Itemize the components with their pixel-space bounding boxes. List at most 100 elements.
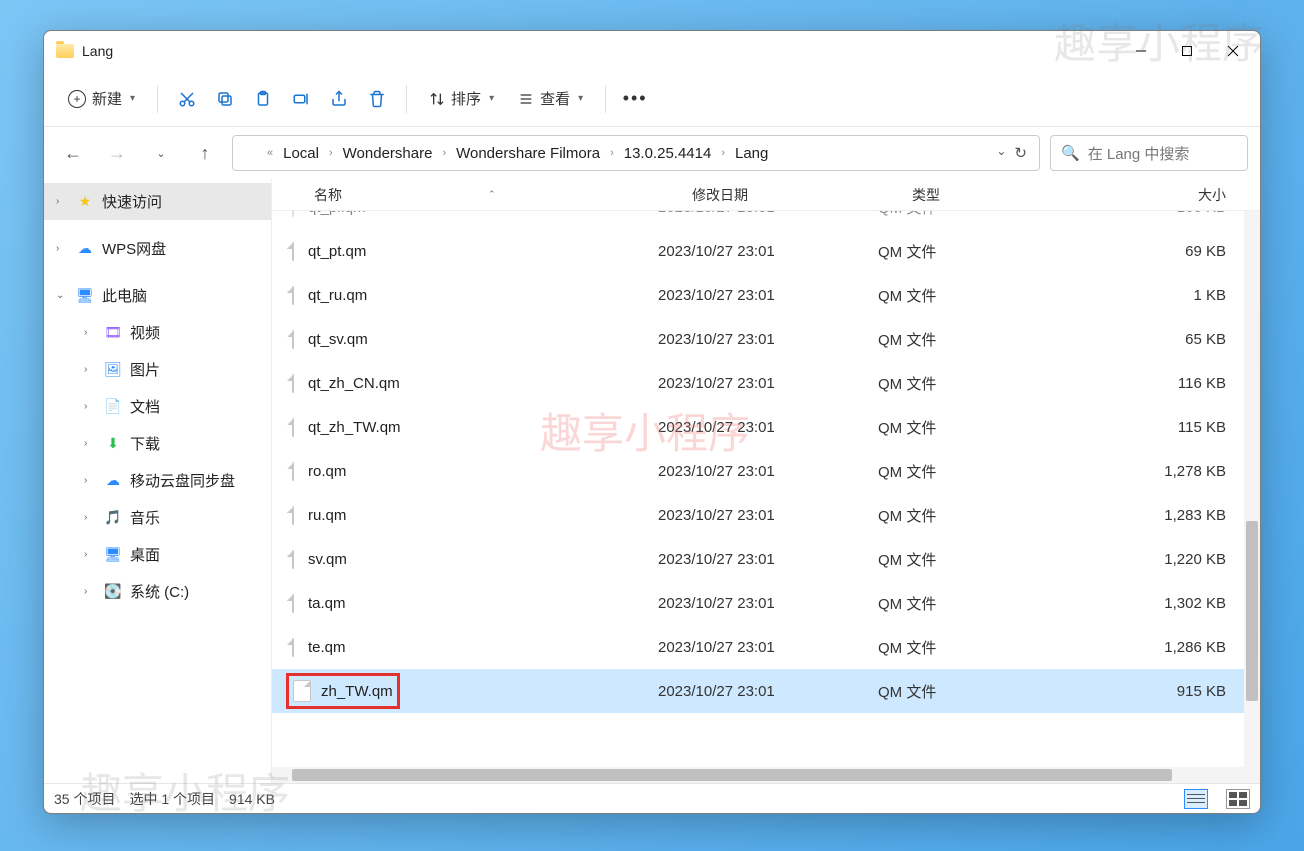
sidebar-item[interactable]: › ☁ 移动云盘同步盘 bbox=[44, 462, 271, 499]
file-type: QM 文件 bbox=[878, 373, 1062, 394]
file-name: ru.qm bbox=[308, 507, 346, 524]
sidebar-label: 音乐 bbox=[130, 507, 160, 528]
minimize-button[interactable] bbox=[1118, 31, 1164, 71]
column-name[interactable]: 名称⌃ bbox=[314, 185, 692, 205]
back-button[interactable]: ← bbox=[56, 136, 90, 170]
scroll-thumb[interactable] bbox=[292, 769, 1172, 781]
file-name: qt_zh_CN.qm bbox=[308, 375, 400, 392]
view-label: 查看 bbox=[540, 88, 570, 109]
file-icon bbox=[292, 374, 294, 393]
sidebar-item[interactable]: › 🎞 视频 bbox=[44, 314, 271, 351]
recent-button[interactable]: ⌄ bbox=[144, 136, 178, 170]
sidebar-label: 系统 (C:) bbox=[130, 581, 189, 602]
file-type: QM 文件 bbox=[878, 549, 1062, 570]
sort-button[interactable]: 排序 ▾ bbox=[419, 82, 504, 115]
file-date: 2023/10/27 23:01 bbox=[658, 551, 878, 568]
more-button[interactable]: ••• bbox=[618, 82, 652, 116]
sidebar-item[interactable]: › 💽 系统 (C:) bbox=[44, 573, 271, 610]
file-row[interactable]: qt_sv.qm 2023/10/27 23:01 QM 文件 65 KB bbox=[272, 317, 1244, 361]
file-name: qt_pt.qm bbox=[308, 243, 366, 260]
file-name: te.qm bbox=[308, 639, 346, 656]
sidebar-item[interactable]: › ⬇ 下载 bbox=[44, 425, 271, 462]
file-date: 2023/10/27 23:01 bbox=[658, 595, 878, 612]
view-button[interactable]: 查看 ▾ bbox=[508, 82, 593, 115]
breadcrumb-segment[interactable]: Wondershare bbox=[337, 141, 439, 166]
file-row[interactable]: qt_pl.qm 2023/10/27 23:01 QM 文件 160 KB bbox=[272, 211, 1244, 229]
copy-button[interactable] bbox=[208, 82, 242, 116]
breadcrumb-segment[interactable]: Lang bbox=[729, 141, 774, 166]
file-row[interactable]: qt_pt.qm 2023/10/27 23:01 QM 文件 69 KB bbox=[272, 229, 1244, 273]
file-row[interactable]: te.qm 2023/10/27 23:01 QM 文件 1,286 KB bbox=[272, 625, 1244, 669]
file-list[interactable]: qt_pl.qm 2023/10/27 23:01 QM 文件 160 KBqt… bbox=[272, 211, 1260, 783]
file-name: ro.qm bbox=[308, 463, 346, 480]
rename-button[interactable] bbox=[284, 82, 318, 116]
delete-button[interactable] bbox=[360, 82, 394, 116]
status-selected: 选中 1 个项目 bbox=[129, 789, 215, 809]
toolbar: + 新建 ▾ 排序 ▾ 查看 ▾ ••• bbox=[44, 71, 1260, 127]
sidebar-item[interactable]: › 🖼 图片 bbox=[44, 351, 271, 388]
sidebar-item[interactable]: › 🖥 桌面 bbox=[44, 536, 271, 573]
sidebar-wps[interactable]: › ☁ WPS网盘 bbox=[44, 230, 271, 267]
horizontal-scrollbar[interactable] bbox=[272, 767, 1244, 783]
file-date: 2023/10/27 23:01 bbox=[658, 419, 878, 436]
column-type[interactable]: 类型 bbox=[912, 185, 1096, 205]
column-size[interactable]: 大小 bbox=[1096, 185, 1260, 205]
forward-button[interactable]: → bbox=[100, 136, 134, 170]
file-row[interactable]: zh_TW.qm 2023/10/27 23:01 QM 文件 915 KB bbox=[272, 669, 1244, 713]
pc-icon: 🖥 bbox=[76, 287, 94, 305]
column-headers[interactable]: 名称⌃ 修改日期 类型 大小 bbox=[272, 179, 1260, 211]
content: 名称⌃ 修改日期 类型 大小 qt_pl.qm 2023/10/27 23:01… bbox=[272, 179, 1260, 783]
chevron-down-icon: ⌄ bbox=[56, 290, 68, 301]
file-row[interactable]: ro.qm 2023/10/27 23:01 QM 文件 1,278 KB bbox=[272, 449, 1244, 493]
file-size: 69 KB bbox=[1062, 243, 1244, 260]
chevron-right-icon: › bbox=[84, 549, 96, 560]
titlebar[interactable]: Lang bbox=[44, 31, 1260, 71]
file-name: sv.qm bbox=[308, 551, 347, 568]
sidebar-item[interactable]: › 📄 文档 bbox=[44, 388, 271, 425]
paste-button[interactable] bbox=[246, 82, 280, 116]
file-date: 2023/10/27 23:01 bbox=[658, 287, 878, 304]
cloud-icon: ☁ bbox=[104, 472, 122, 490]
scroll-thumb[interactable] bbox=[1246, 521, 1258, 701]
breadcrumb-segment[interactable]: Local bbox=[277, 141, 325, 166]
vertical-scrollbar[interactable] bbox=[1244, 211, 1260, 783]
chevron-right-icon: › bbox=[327, 147, 335, 159]
maximize-button[interactable] bbox=[1164, 31, 1210, 71]
search-input[interactable]: 🔍 在 Lang 中搜索 bbox=[1050, 135, 1248, 171]
file-icon bbox=[292, 462, 294, 481]
file-date: 2023/10/27 23:01 bbox=[658, 331, 878, 348]
file-type: QM 文件 bbox=[878, 593, 1062, 614]
sidebar-label: 视频 bbox=[130, 322, 160, 343]
status-size: 914 KB bbox=[229, 791, 275, 807]
folder-icon bbox=[56, 44, 74, 58]
column-date[interactable]: 修改日期 bbox=[692, 185, 912, 205]
sidebar-quick-access[interactable]: › ★ 快速访问 bbox=[44, 183, 271, 220]
new-button[interactable]: + 新建 ▾ bbox=[58, 82, 145, 115]
file-date: 2023/10/27 23:01 bbox=[658, 463, 878, 480]
file-row[interactable]: ta.qm 2023/10/27 23:01 QM 文件 1,302 KB bbox=[272, 581, 1244, 625]
cut-button[interactable] bbox=[170, 82, 204, 116]
file-row[interactable]: qt_ru.qm 2023/10/27 23:01 QM 文件 1 KB bbox=[272, 273, 1244, 317]
icons-view-button[interactable] bbox=[1226, 789, 1250, 809]
refresh-button[interactable]: ↻ bbox=[1014, 144, 1027, 162]
close-button[interactable] bbox=[1210, 31, 1256, 71]
search-placeholder: 在 Lang 中搜索 bbox=[1088, 143, 1190, 164]
details-view-button[interactable] bbox=[1184, 789, 1208, 809]
file-row[interactable]: qt_zh_CN.qm 2023/10/27 23:01 QM 文件 116 K… bbox=[272, 361, 1244, 405]
file-size: 915 KB bbox=[1062, 683, 1244, 700]
sort-icon bbox=[429, 91, 445, 107]
breadcrumb-segment[interactable]: 13.0.25.4414 bbox=[618, 141, 718, 166]
file-row[interactable]: qt_zh_TW.qm 2023/10/27 23:01 QM 文件 115 K… bbox=[272, 405, 1244, 449]
sidebar-item[interactable]: › 🎵 音乐 bbox=[44, 499, 271, 536]
address-bar[interactable]: « Local › Wondershare › Wondershare Film… bbox=[232, 135, 1040, 171]
file-row[interactable]: sv.qm 2023/10/27 23:01 QM 文件 1,220 KB bbox=[272, 537, 1244, 581]
chevron-down-icon[interactable]: ⌄ bbox=[996, 144, 1006, 162]
up-button[interactable]: ↑ bbox=[188, 136, 222, 170]
file-type: QM 文件 bbox=[878, 285, 1062, 306]
file-row[interactable]: ru.qm 2023/10/27 23:01 QM 文件 1,283 KB bbox=[272, 493, 1244, 537]
share-button[interactable] bbox=[322, 82, 356, 116]
breadcrumb-segment[interactable]: Wondershare Filmora bbox=[450, 141, 606, 166]
file-date: 2023/10/27 23:01 bbox=[658, 375, 878, 392]
sidebar-this-pc[interactable]: ⌄ 🖥 此电脑 bbox=[44, 277, 271, 314]
sidebar[interactable]: › ★ 快速访问 › ☁ WPS网盘 ⌄ 🖥 此电脑 › 🎞 视频› 🖼 图片›… bbox=[44, 179, 272, 783]
